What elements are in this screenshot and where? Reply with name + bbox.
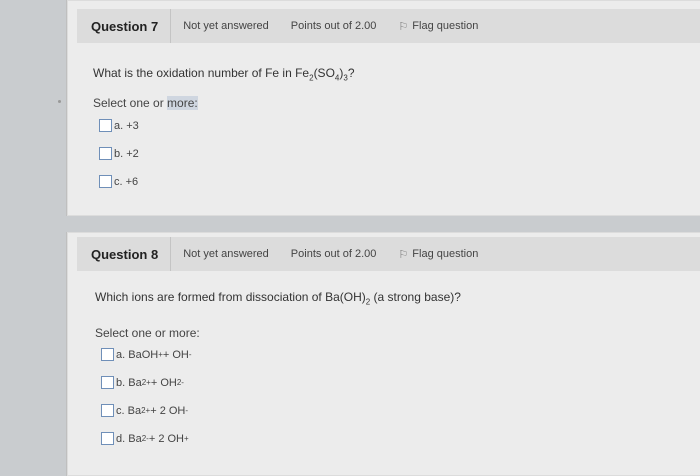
q7-option-b[interactable]: b. +2	[99, 147, 139, 160]
superscript: -	[185, 406, 189, 415]
question-text-part: What is the oxidation number of Fe in Fe	[93, 66, 310, 80]
checkbox[interactable]	[101, 376, 114, 389]
option-letter: b.	[114, 147, 124, 160]
q8-option-b[interactable]: b. Ba 2+ + OH 2-	[101, 376, 184, 389]
question-7-text: What is the oxidation number of Fe in Fe…	[93, 66, 355, 82]
option-text: + OH	[150, 376, 177, 389]
option-letter: c.	[114, 175, 123, 188]
option-text: Ba	[128, 432, 142, 445]
checkbox[interactable]	[101, 348, 114, 361]
question-8-header: Question 8 Not yet answered Points out o…	[77, 237, 700, 271]
page-dot	[58, 100, 61, 103]
checkbox[interactable]	[99, 147, 112, 160]
flag-label: Flag question	[412, 20, 479, 32]
question-text-part: ?	[347, 66, 355, 80]
option-text: BaOH	[128, 348, 159, 361]
checkbox[interactable]	[101, 432, 114, 445]
option-letter: c.	[116, 404, 125, 417]
question-text-part: Which ions are formed from dissociation …	[95, 290, 366, 304]
superscript: -	[188, 350, 192, 359]
instruction-text: Select one or more:	[95, 326, 200, 340]
question-7-flag-link[interactable]: ⚐ Flag question	[398, 20, 478, 33]
question-text-part: (SO	[313, 66, 335, 80]
question-8-flag-link[interactable]: ⚐ Flag question	[398, 248, 478, 261]
header-divider	[170, 9, 172, 43]
option-text: + OH	[162, 348, 189, 361]
q8-option-c[interactable]: c. Ba 2+ + 2 OH -	[101, 404, 188, 417]
header-divider	[170, 237, 172, 271]
question-8-points: Points out of 2.00	[290, 248, 377, 260]
superscript: 2-	[176, 378, 184, 387]
question-8-title: Question 8	[91, 246, 159, 262]
question-7-points: Points out of 2.00	[290, 20, 377, 32]
option-letter: a.	[116, 348, 126, 361]
option-text: +6	[125, 175, 139, 188]
question-8-instruction: Select one or more:	[95, 326, 200, 340]
question-7-state: Not yet answered	[183, 20, 269, 32]
flag-icon: ⚐	[398, 248, 409, 261]
option-text: Ba	[127, 404, 142, 417]
option-letter: d.	[116, 432, 126, 445]
superscript: +	[184, 434, 189, 443]
option-text: Ba	[128, 376, 142, 389]
question-8-card: Question 8 Not yet answered Points out o…	[66, 232, 700, 476]
superscript: 2-	[141, 434, 149, 443]
question-8-text: Which ions are formed from dissociation …	[95, 290, 461, 306]
option-text: + 2 OH	[148, 432, 184, 445]
question-7-card: Question 7 Not yet answered Points out o…	[66, 0, 700, 216]
option-text: +3	[126, 119, 139, 132]
option-letter: b.	[116, 376, 126, 389]
flag-icon: ⚐	[398, 20, 409, 33]
flag-label: Flag question	[412, 248, 479, 260]
checkbox[interactable]	[99, 175, 112, 188]
q7-option-a[interactable]: a. +3	[99, 119, 139, 132]
option-text: +2	[126, 147, 139, 160]
question-8-state: Not yet answered	[183, 248, 269, 260]
q8-option-d[interactable]: d. Ba 2- + 2 OH +	[101, 432, 189, 445]
question-7-header: Question 7 Not yet answered Points out o…	[77, 9, 700, 43]
question-text-part: (a strong base)?	[370, 290, 461, 304]
question-7-title: Question 7	[91, 18, 159, 34]
superscript: 2+	[141, 406, 151, 415]
superscript: 2+	[141, 378, 151, 387]
instruction-text: Select one or more:	[93, 96, 198, 110]
question-7-instruction: Select one or more:	[93, 96, 198, 110]
option-letter: a.	[114, 119, 124, 132]
option-text: + 2 OH	[150, 404, 186, 417]
highlighted-text: more:	[167, 96, 198, 110]
q7-option-c[interactable]: c. +6	[99, 175, 138, 188]
q8-option-a[interactable]: a. BaOH + + OH -	[101, 348, 192, 361]
checkbox[interactable]	[99, 119, 112, 132]
checkbox[interactable]	[101, 404, 114, 417]
